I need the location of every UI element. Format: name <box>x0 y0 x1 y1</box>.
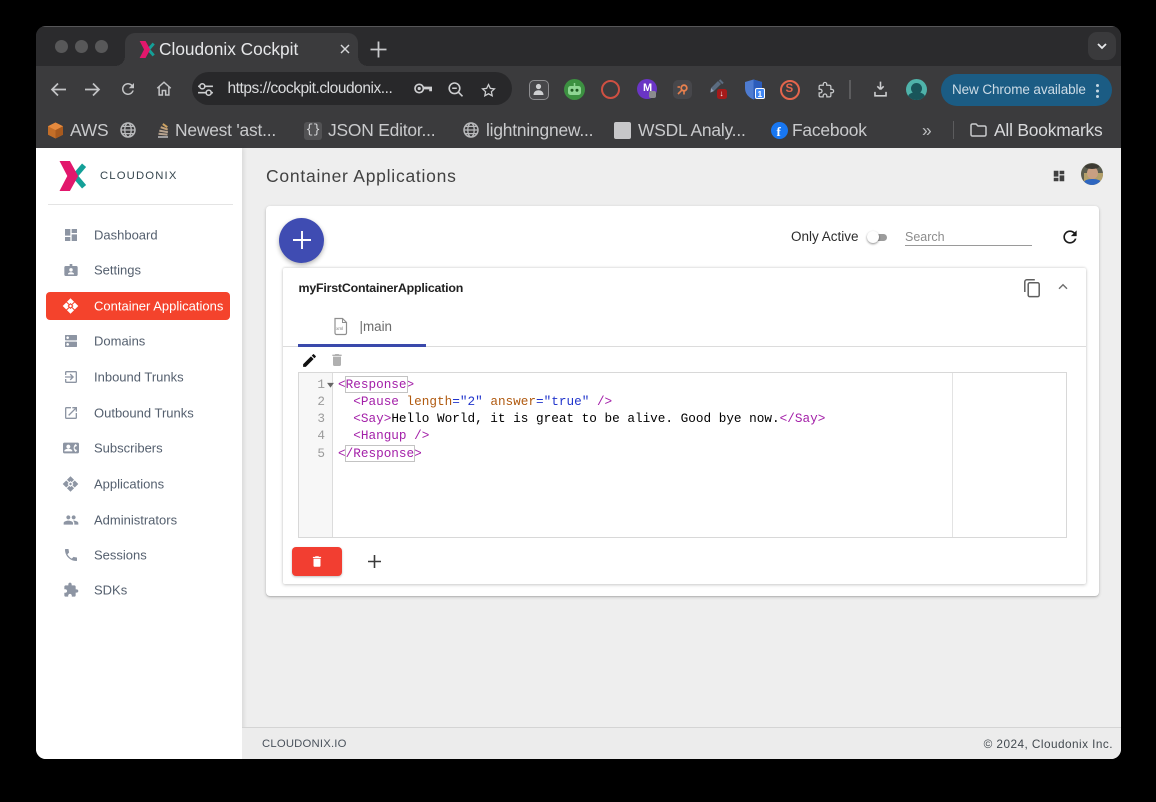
svg-text:xml: xml <box>336 326 343 331</box>
